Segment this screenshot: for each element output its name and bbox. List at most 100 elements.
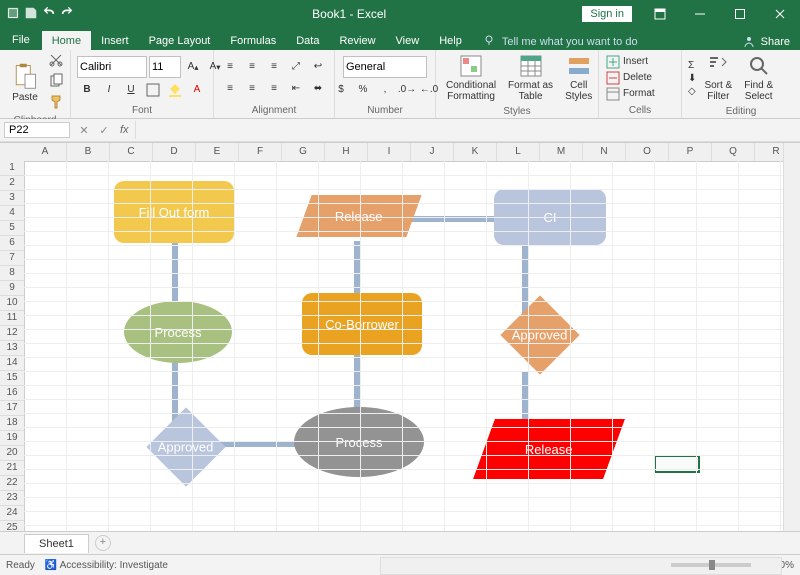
row-header[interactable]: 13 xyxy=(0,341,24,356)
align-center-icon[interactable]: ≡ xyxy=(242,79,262,99)
number-format-select[interactable] xyxy=(343,56,427,78)
redo-icon[interactable] xyxy=(60,6,74,23)
percent-icon[interactable]: % xyxy=(353,80,373,100)
row-header[interactable]: 9 xyxy=(0,281,24,296)
tab-review[interactable]: Review xyxy=(329,31,385,50)
border-icon[interactable] xyxy=(143,80,163,100)
column-header[interactable]: M xyxy=(540,143,583,161)
fill-icon[interactable]: ⬇ xyxy=(688,73,696,84)
close-icon[interactable] xyxy=(760,0,800,28)
row-header[interactable]: 16 xyxy=(0,386,24,401)
merge-icon[interactable]: ⬌ xyxy=(308,79,328,99)
tab-formulas[interactable]: Formulas xyxy=(220,31,286,50)
comma-icon[interactable]: , xyxy=(375,80,395,100)
row-header[interactable]: 2 xyxy=(0,176,24,191)
row-header[interactable]: 12 xyxy=(0,326,24,341)
paste-button[interactable]: Paste xyxy=(6,60,44,105)
column-header[interactable]: C xyxy=(110,143,153,161)
cut-icon[interactable] xyxy=(48,52,64,71)
row-header[interactable]: 17 xyxy=(0,401,24,416)
undo-icon[interactable] xyxy=(42,6,56,23)
row-header[interactable]: 4 xyxy=(0,206,24,221)
cancel-formula-icon[interactable]: ✕ xyxy=(74,124,94,137)
enter-formula-icon[interactable]: ✓ xyxy=(94,124,114,137)
insert-cells-button[interactable]: Insert xyxy=(605,54,648,70)
column-header[interactable]: G xyxy=(282,143,325,161)
worksheet[interactable]: ABCDEFGHIJKLMNOPQR 123456789101112131415… xyxy=(0,142,800,531)
bold-icon[interactable]: B xyxy=(77,80,97,100)
name-box[interactable] xyxy=(4,122,70,138)
tab-home[interactable]: Home xyxy=(42,31,91,50)
tab-page-layout[interactable]: Page Layout xyxy=(139,31,221,50)
accessibility-status[interactable]: ♿ Accessibility: Investigate xyxy=(45,560,168,571)
row-header[interactable]: 20 xyxy=(0,446,24,461)
formula-input[interactable] xyxy=(135,121,800,139)
tab-file[interactable]: File xyxy=(0,30,42,50)
font-size-input[interactable] xyxy=(149,56,181,78)
wrap-text-icon[interactable]: ↩ xyxy=(308,57,328,77)
row-header[interactable]: 1 xyxy=(0,161,24,176)
column-header[interactable]: O xyxy=(626,143,669,161)
autosave-icon[interactable] xyxy=(6,6,20,23)
cell-styles-button[interactable]: Cell Styles xyxy=(561,52,596,104)
new-sheet-button[interactable]: + xyxy=(95,535,111,551)
column-header[interactable]: I xyxy=(368,143,411,161)
copy-icon[interactable] xyxy=(48,73,64,92)
row-header[interactable]: 25 xyxy=(0,521,24,531)
autosum-icon[interactable]: Σ xyxy=(688,60,696,71)
orientation-icon[interactable]: ⤢ xyxy=(286,57,306,77)
zoom-slider[interactable] xyxy=(671,563,751,567)
align-right-icon[interactable]: ≡ xyxy=(264,79,284,99)
row-header[interactable]: 22 xyxy=(0,476,24,491)
column-header[interactable]: A xyxy=(24,143,67,161)
row-header[interactable]: 14 xyxy=(0,356,24,371)
shape-coborrower[interactable]: Co-Borrower xyxy=(302,293,422,355)
column-header[interactable]: F xyxy=(239,143,282,161)
clear-icon[interactable]: ◇ xyxy=(688,86,696,97)
delete-cells-button[interactable]: Delete xyxy=(605,70,652,86)
row-header[interactable]: 6 xyxy=(0,236,24,251)
minimize-icon[interactable] xyxy=(680,0,720,28)
ribbon-options-icon[interactable] xyxy=(640,0,680,28)
decrease-indent-icon[interactable]: ⇤ xyxy=(286,79,306,99)
maximize-icon[interactable] xyxy=(720,0,760,28)
column-header[interactable]: D xyxy=(153,143,196,161)
row-header[interactable]: 8 xyxy=(0,266,24,281)
fx-icon[interactable]: fx xyxy=(120,124,129,136)
shape-fillout[interactable]: Fill Out form xyxy=(114,181,234,243)
select-all-corner[interactable] xyxy=(0,143,25,162)
shape-approved2[interactable]: Approved xyxy=(146,407,225,486)
row-header[interactable]: 11 xyxy=(0,311,24,326)
column-header[interactable]: K xyxy=(454,143,497,161)
fill-color-icon[interactable] xyxy=(165,80,185,100)
font-name-input[interactable] xyxy=(77,56,147,78)
row-header[interactable]: 7 xyxy=(0,251,24,266)
column-header[interactable]: P xyxy=(669,143,712,161)
row-header[interactable]: 23 xyxy=(0,491,24,506)
format-as-table-button[interactable]: Format as Table xyxy=(504,52,557,104)
flowchart[interactable]: Fill Out form Release CI Process Co-Borr… xyxy=(54,171,724,531)
column-header[interactable]: H xyxy=(325,143,368,161)
find-select-button[interactable]: Find & Select xyxy=(740,52,777,104)
row-header[interactable]: 18 xyxy=(0,416,24,431)
underline-icon[interactable]: U xyxy=(121,80,141,100)
align-top-icon[interactable]: ≡ xyxy=(220,57,240,77)
increase-decimal-icon[interactable]: .0→ xyxy=(397,80,417,100)
italic-icon[interactable]: I xyxy=(99,80,119,100)
save-icon[interactable] xyxy=(24,6,38,23)
row-header[interactable]: 24 xyxy=(0,506,24,521)
column-header[interactable]: E xyxy=(196,143,239,161)
row-header[interactable]: 15 xyxy=(0,371,24,386)
format-painter-icon[interactable] xyxy=(48,94,64,113)
align-middle-icon[interactable]: ≡ xyxy=(242,57,262,77)
tab-data[interactable]: Data xyxy=(286,31,329,50)
shape-process2[interactable]: Process xyxy=(294,407,424,477)
column-header[interactable]: J xyxy=(411,143,454,161)
row-header[interactable]: 19 xyxy=(0,431,24,446)
shape-process1[interactable]: Process xyxy=(124,301,232,363)
row-header[interactable]: 21 xyxy=(0,461,24,476)
tab-help[interactable]: Help xyxy=(429,31,472,50)
row-header[interactable]: 5 xyxy=(0,221,24,236)
align-left-icon[interactable]: ≡ xyxy=(220,79,240,99)
column-header[interactable]: L xyxy=(497,143,540,161)
